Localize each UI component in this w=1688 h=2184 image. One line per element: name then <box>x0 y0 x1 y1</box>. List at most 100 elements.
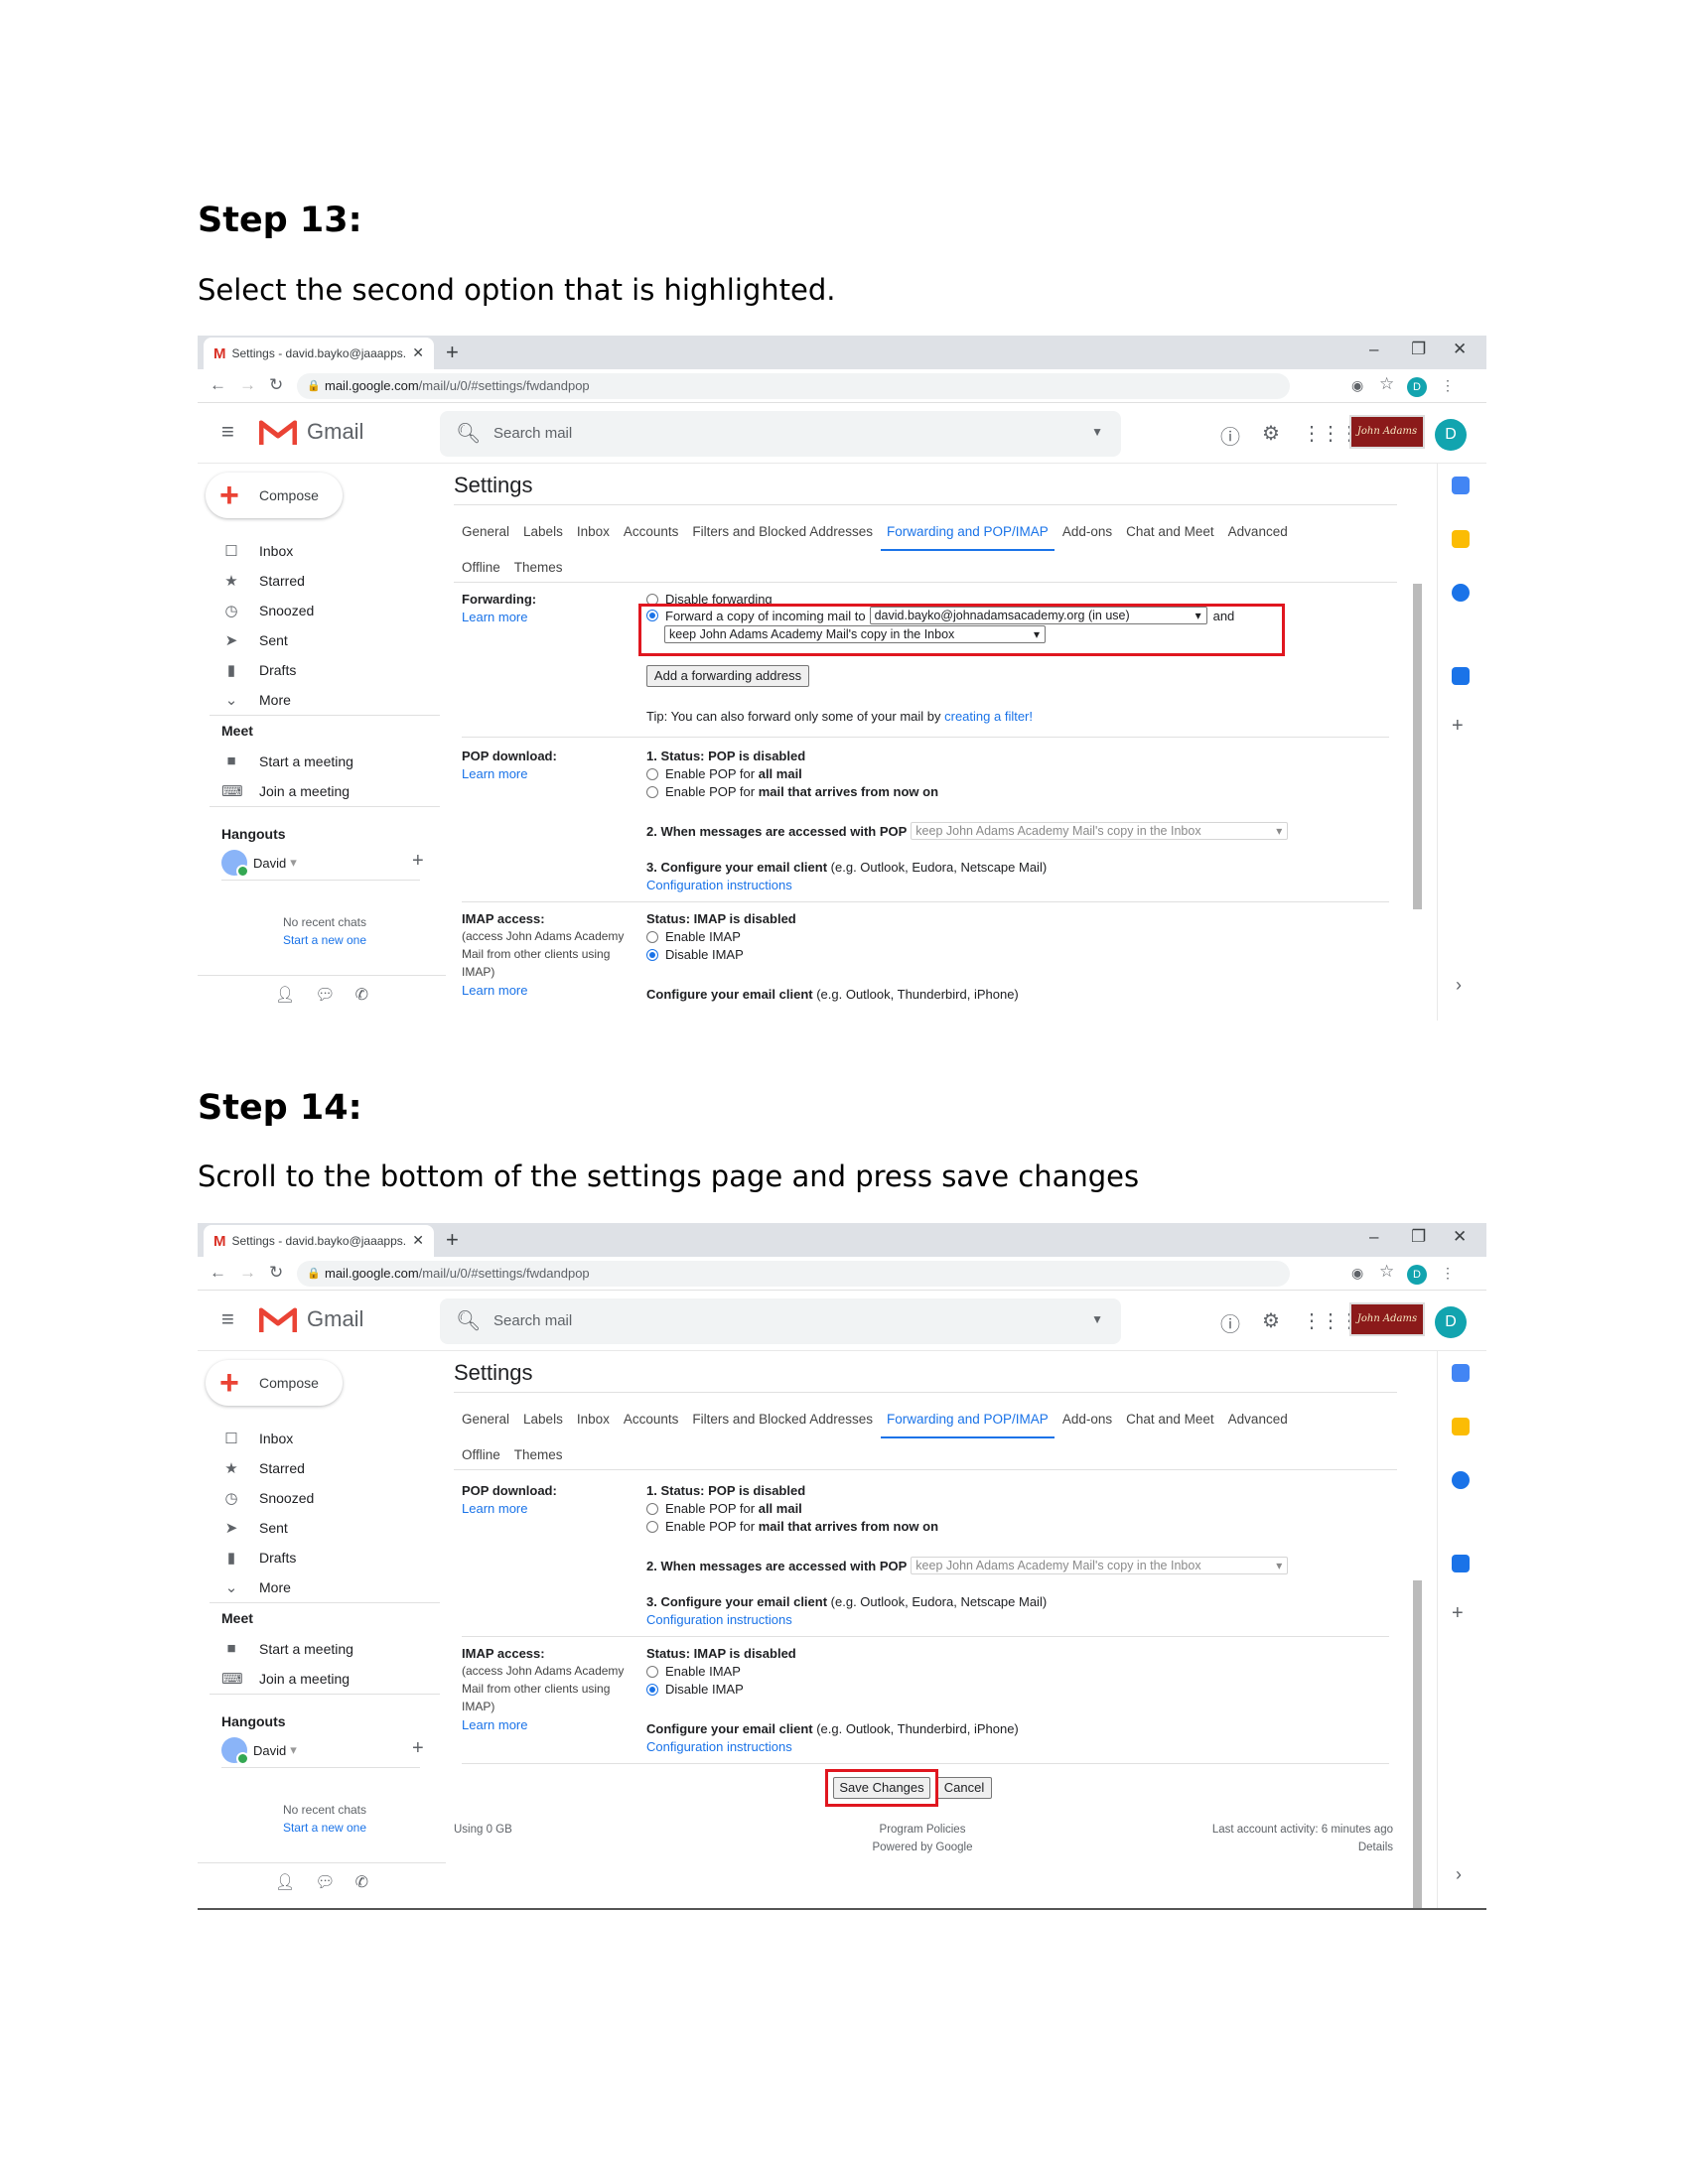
forwarding-learn-more[interactable]: Learn more <box>462 610 527 624</box>
tab-labels[interactable]: Labels <box>523 1412 563 1427</box>
tab-themes[interactable]: Themes <box>514 1447 563 1462</box>
add-addon-icon[interactable]: + <box>1452 1602 1464 1625</box>
nav-snoozed[interactable]: ◷ Snoozed <box>221 602 314 619</box>
tasks-icon[interactable] <box>1452 584 1470 602</box>
url-field[interactable]: 🔒 mail.google.com/mail/u/0/#settings/fwd… <box>297 1261 1290 1287</box>
tab-general[interactable]: General <box>462 524 509 539</box>
enable-pop-now-radio[interactable] <box>646 1520 658 1533</box>
pop-config-instructions-link[interactable]: Configuration instructions <box>646 1612 792 1627</box>
compose-button[interactable]: + Compose <box>206 1360 343 1406</box>
window-close-icon[interactable]: ✕ <box>1453 1227 1467 1247</box>
nav-drafts[interactable]: ▮ Drafts <box>221 661 296 679</box>
calendar-icon[interactable] <box>1452 477 1470 494</box>
imap-learn-more[interactable]: Learn more <box>462 983 527 998</box>
account-avatar[interactable]: D <box>1435 1306 1467 1338</box>
nav-sent[interactable]: ➤ Sent <box>221 631 288 649</box>
bookmark-star-icon[interactable]: ☆ <box>1379 374 1394 394</box>
tab-themes[interactable]: Themes <box>514 560 563 575</box>
forward-icon[interactable]: → <box>239 375 256 395</box>
phone-icon[interactable]: ✆ <box>355 985 368 1005</box>
nav-more[interactable]: ⌄ More <box>221 1578 291 1596</box>
gear-icon[interactable]: ⚙ <box>1262 1308 1280 1333</box>
search-options-icon[interactable]: ▼ <box>1091 1312 1103 1326</box>
tab-advanced[interactable]: Advanced <box>1228 1412 1288 1427</box>
pop-action-select[interactable]: keep John Adams Academy Mail's copy in t… <box>911 822 1289 840</box>
start-new-chat-link[interactable]: Start a new one <box>237 1819 412 1837</box>
new-tab-icon[interactable]: + <box>446 340 459 365</box>
gmail-logo[interactable]: Gmail <box>259 417 363 447</box>
tab-forwarding[interactable]: Forwarding and POP/IMAP <box>880 524 1055 551</box>
pop-learn-more[interactable]: Learn more <box>462 766 527 781</box>
details-link[interactable]: Details <box>1141 1839 1393 1856</box>
keep-icon[interactable] <box>1452 1418 1470 1435</box>
disable-imap-option[interactable]: Disable IMAP <box>646 1682 744 1697</box>
reload-icon[interactable]: ↻ <box>269 375 283 395</box>
tab-offline[interactable]: Offline <box>462 560 500 575</box>
keep-icon[interactable] <box>1452 530 1470 548</box>
eye-icon[interactable]: ◉ <box>1351 1265 1363 1282</box>
forward-icon[interactable]: → <box>239 1263 256 1283</box>
add-forwarding-address-button[interactable]: Add a forwarding address <box>646 665 809 687</box>
cancel-button[interactable]: Cancel <box>936 1777 992 1799</box>
nav-starred[interactable]: ★ Starred <box>221 572 305 590</box>
disable-imap-radio[interactable] <box>646 1683 658 1696</box>
tab-forwarding[interactable]: Forwarding and POP/IMAP <box>880 1412 1055 1438</box>
tab-filters[interactable]: Filters and Blocked Addresses <box>692 1412 873 1427</box>
tab-general[interactable]: General <box>462 1412 509 1427</box>
back-icon[interactable]: ← <box>210 1263 226 1283</box>
join-meeting[interactable]: ⌨ Join a meeting <box>221 782 350 800</box>
enable-pop-now-option[interactable]: Enable POP for mail that arrives from no… <box>646 1519 938 1534</box>
reload-icon[interactable]: ↻ <box>269 1263 283 1283</box>
window-close-icon[interactable]: ✕ <box>1453 340 1467 359</box>
meet-icon[interactable] <box>1452 667 1470 685</box>
meet-icon[interactable] <box>1452 1555 1470 1572</box>
disable-imap-radio[interactable] <box>646 948 658 961</box>
browser-tab[interactable]: M Settings - david.bayko@jaaapps. ✕ <box>204 1225 434 1257</box>
pop-learn-more[interactable]: Learn more <box>462 1501 527 1516</box>
scrollbar[interactable] <box>1413 1580 1422 1908</box>
add-chat-icon[interactable]: + <box>412 850 424 873</box>
compose-button[interactable]: + Compose <box>206 473 343 518</box>
help-icon[interactable]: ⓘ <box>1220 421 1240 450</box>
tab-accounts[interactable]: Accounts <box>624 524 679 539</box>
organization-logo[interactable]: John Adams <box>1349 1302 1425 1336</box>
organization-logo[interactable]: John Adams <box>1349 415 1425 449</box>
gear-icon[interactable]: ⚙ <box>1262 421 1280 446</box>
calendar-icon[interactable] <box>1452 1364 1470 1382</box>
scrollbar[interactable] <box>1413 584 1422 909</box>
profile-avatar[interactable]: D <box>1407 377 1427 397</box>
gmail-logo[interactable]: Gmail <box>259 1304 363 1334</box>
tasks-icon[interactable] <box>1452 1471 1470 1489</box>
nav-starred[interactable]: ★ Starred <box>221 1459 305 1477</box>
main-menu-icon[interactable]: ≡ <box>221 1306 234 1332</box>
pop-action-select[interactable]: keep John Adams Academy Mail's copy in t… <box>911 1557 1289 1574</box>
hangouts-user[interactable]: David ▾ <box>221 850 297 878</box>
tab-addons[interactable]: Add-ons <box>1062 1412 1112 1427</box>
search-bar[interactable]: 🔍︎ Search mail ▼ <box>440 411 1121 457</box>
chat-bubble-icon[interactable]: 💬︎ <box>315 985 335 1005</box>
create-filter-link[interactable]: creating a filter! <box>944 709 1033 724</box>
person-icon[interactable]: 👤︎ <box>275 1872 295 1892</box>
enable-pop-all-option[interactable]: Enable POP for all mail <box>646 1501 802 1516</box>
imap-learn-more[interactable]: Learn more <box>462 1717 527 1732</box>
tab-accounts[interactable]: Accounts <box>624 1412 679 1427</box>
search-icon[interactable]: 🔍︎ <box>456 1308 481 1333</box>
chevron-right-icon[interactable]: › <box>1456 975 1462 996</box>
eye-icon[interactable]: ◉ <box>1351 377 1363 394</box>
url-field[interactable]: 🔒 mail.google.com/mail/u/0/#settings/fwd… <box>297 373 1290 399</box>
minimize-icon[interactable]: – <box>1369 1227 1378 1247</box>
nav-more[interactable]: ⌄ More <box>221 691 291 709</box>
search-bar[interactable]: 🔍︎ Search mail ▼ <box>440 1298 1121 1344</box>
close-tab-icon[interactable]: ✕ <box>412 1232 424 1249</box>
phone-icon[interactable]: ✆ <box>355 1872 368 1892</box>
enable-pop-all-option[interactable]: Enable POP for all mail <box>646 766 802 781</box>
tab-labels[interactable]: Labels <box>523 524 563 539</box>
profile-avatar[interactable]: D <box>1407 1265 1427 1285</box>
browser-menu-icon[interactable]: ⋮ <box>1441 377 1455 394</box>
browser-menu-icon[interactable]: ⋮ <box>1441 1265 1455 1282</box>
start-new-chat-link[interactable]: Start a new one <box>237 931 412 949</box>
disable-imap-option[interactable]: Disable IMAP <box>646 947 744 962</box>
tab-inbox[interactable]: Inbox <box>577 524 610 539</box>
nav-inbox[interactable]: ☐ Inbox <box>221 542 293 560</box>
tab-filters[interactable]: Filters and Blocked Addresses <box>692 524 873 539</box>
